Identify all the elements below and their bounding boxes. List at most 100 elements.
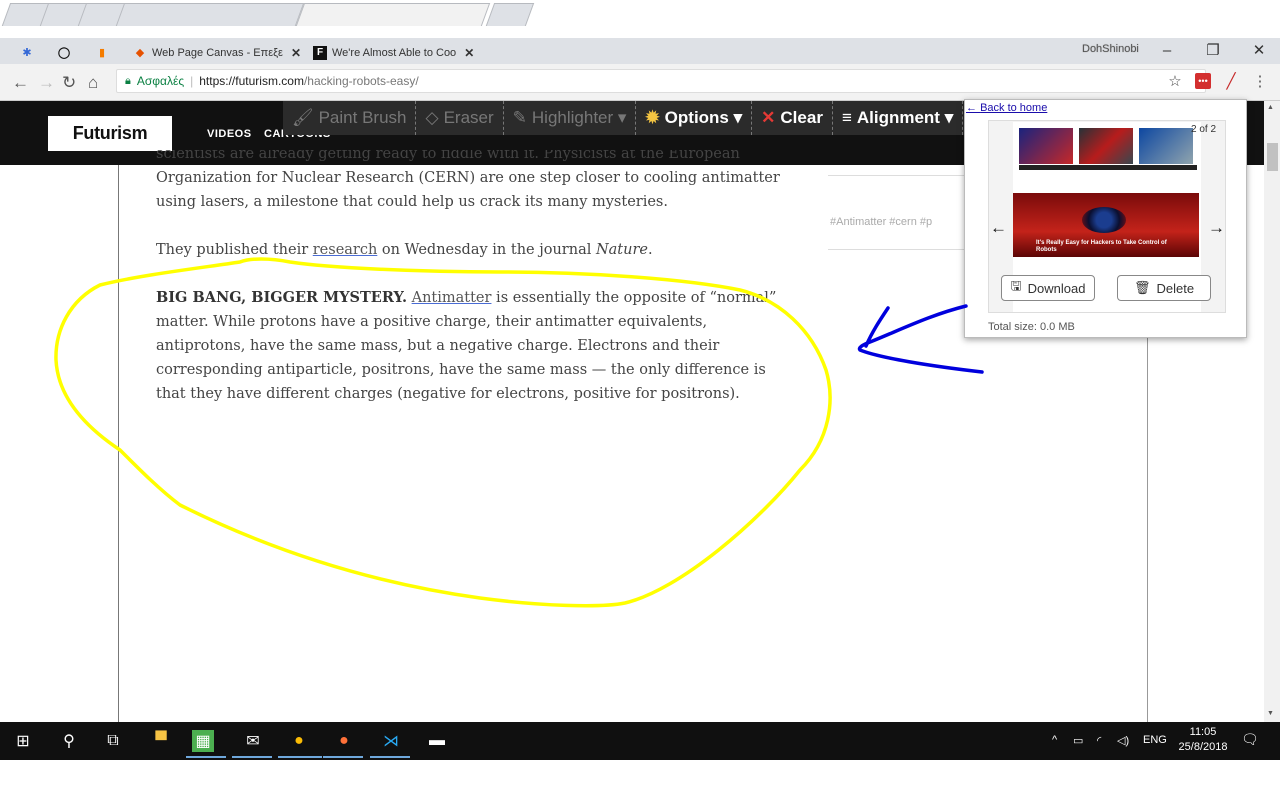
thumbnail-header-bar — [1019, 165, 1197, 170]
clock-date: 25/8/2018 — [1178, 741, 1228, 753]
gear-icon: ✹ — [645, 108, 660, 127]
tool-label: Alignment ▾ — [856, 108, 954, 127]
tablet-app-icon[interactable]: ▬ — [424, 728, 450, 754]
highlighter-tool[interactable]: ✎ Highlighter ▾ — [504, 101, 637, 135]
thumbnail-cards — [1019, 128, 1193, 164]
restore-icon[interactable]: ❐ — [1190, 38, 1236, 62]
tab-label: We're Almost Able to Coo — [332, 46, 457, 59]
total-size: Total size: 0.0 MB — [988, 321, 1075, 333]
partial-line: scientists are already getting ready to … — [156, 150, 796, 166]
button-label: Delete — [1156, 280, 1195, 296]
article-text: on Wednesday in the journal — [377, 242, 596, 258]
eraser-icon: ◇ — [425, 108, 439, 127]
drawing-toolbar: 🖌︎ Paint Brush ◇ Eraser ✎ Highlighter ▾ ✹ Op… — [283, 101, 987, 135]
research-link[interactable]: research — [313, 242, 378, 258]
button-label: Download — [1027, 280, 1086, 296]
antimatter-link[interactable]: Antimatter — [412, 290, 492, 306]
close-icon[interactable]: ✕ — [464, 46, 474, 60]
mail-icon[interactable]: ✉ — [240, 728, 266, 754]
reload-icon[interactable]: ↻ — [62, 73, 76, 93]
alignment-icon: ≡ — [841, 108, 852, 127]
paragraph-big-bang: BIG BANG, BIGGER MYSTERY. Antimatter is … — [156, 286, 796, 406]
chrome-menu-icon[interactable]: ⋮ — [1250, 71, 1270, 91]
tab-web-page-canvas[interactable] — [115, 3, 305, 26]
thumbnail-card-image — [1019, 128, 1073, 164]
blue-arrow-head — [864, 306, 890, 348]
profile-name[interactable]: DohShinobi — [1082, 43, 1139, 55]
address-bar[interactable]: 🔒︎ Ασφαλές | https://futurism.com/hackin… — [116, 69, 1206, 93]
tab-futurism-article[interactable] — [295, 3, 491, 26]
thumbnail-card-image — [1139, 128, 1193, 164]
options-menu[interactable]: ✹ Options ▾ — [636, 101, 753, 135]
volume-icon[interactable]: ◁) — [1117, 734, 1129, 747]
close-icon[interactable]: ✕ — [291, 46, 301, 60]
scrollbar-thumb[interactable] — [1267, 143, 1278, 171]
close-window-icon[interactable]: ✕ — [1236, 38, 1280, 62]
next-arrow-icon[interactable]: → — [1208, 218, 1225, 238]
clear-button[interactable]: ✕ Clear — [752, 101, 833, 135]
vscode-icon[interactable]: ⋊ — [378, 728, 404, 754]
tag-list[interactable]: #Antimatter #cern #p — [830, 216, 932, 228]
brush-icon: 🖌︎ — [292, 108, 314, 127]
eye-image — [1082, 207, 1126, 233]
tool-label: Eraser — [443, 108, 494, 127]
previous-arrow-icon[interactable]: ← — [990, 218, 1007, 238]
paragraph-published: They published their research on Wednesd… — [156, 238, 796, 262]
tool-label: Options ▾ — [664, 108, 743, 127]
windows-start-icon[interactable]: ⊞ — [10, 728, 36, 754]
back-arrow-icon: ← — [966, 102, 977, 114]
link-label: Back to home — [980, 102, 1048, 114]
battery-icon[interactable]: ▭ — [1073, 734, 1083, 747]
download-button[interactable]: 🖫 Download — [1001, 275, 1095, 301]
forward-arrow-icon[interactable]: → — [38, 73, 55, 93]
wifi-icon[interactable]: ◜ — [1097, 734, 1101, 747]
task-view-icon[interactable]: ⧉ — [100, 728, 126, 754]
search-icon[interactable]: ⚲ — [56, 728, 82, 754]
language-indicator[interactable]: ENG — [1143, 734, 1167, 746]
delete-button[interactable]: 🗑︎ Delete — [1117, 275, 1211, 301]
site-logo[interactable]: Futurism — [48, 116, 172, 151]
article-text: is essentially the opposite of “normal” … — [156, 290, 777, 402]
divider — [828, 249, 968, 250]
bookmark-star-icon[interactable]: ☆ — [1165, 71, 1185, 91]
github-icon: ◯ — [57, 47, 71, 59]
tool-label: Paint Brush — [318, 108, 407, 127]
web-page-canvas-brush-icon[interactable]: ╱ — [1221, 71, 1241, 91]
scroll-down-icon[interactable]: ▼ — [1267, 710, 1274, 717]
home-icon[interactable]: ⌂ — [88, 73, 98, 93]
puzzle-icon: ✱ — [22, 47, 32, 59]
save-disk-icon: 🖫 — [1010, 278, 1022, 293]
clear-x-icon: ✕ — [761, 108, 776, 127]
divider — [828, 175, 968, 176]
app-running-indicator — [323, 756, 363, 758]
url-path: /hacking-robots-easy/ — [303, 74, 419, 88]
highlighter-icon: ✎ — [512, 108, 527, 127]
analytics-icon: ▮ — [98, 47, 106, 59]
scroll-up-icon[interactable]: ▲ — [1267, 104, 1274, 111]
back-arrow-icon[interactable]: ← — [12, 73, 29, 93]
back-to-home-link[interactable]: ← Back to home — [966, 102, 1047, 114]
paragraph-cern: Organization for Nuclear Research (CERN)… — [156, 170, 780, 210]
page-scrollbar[interactable] — [1264, 101, 1280, 722]
alignment-menu[interactable]: ≡ Alignment ▾ — [833, 101, 964, 135]
show-hidden-icons-icon[interactable]: ^ — [1052, 734, 1057, 746]
system-clock[interactable]: 11:05 25/8/2018 — [1178, 725, 1228, 755]
thumbnail-headline: It's Really Easy for Hackers to Take Con… — [1036, 240, 1167, 253]
firefox-icon[interactable]: ● — [331, 728, 357, 754]
article-body: scientists are already getting ready to … — [156, 150, 796, 430]
file-explorer-icon[interactable]: ▀ — [148, 728, 174, 754]
article-text: They published their — [156, 242, 313, 258]
article-text: scientists are already getting ready to … — [156, 150, 740, 162]
eraser-tool[interactable]: ◇ Eraser — [416, 101, 504, 135]
excel-icon[interactable]: ▦ — [192, 730, 214, 752]
nav-videos[interactable]: VIDEOS — [207, 128, 252, 140]
notifications-icon[interactable]: 🗨︎ — [1241, 731, 1259, 748]
minimize-icon[interactable]: – — [1144, 38, 1190, 62]
new-tab-button[interactable] — [485, 3, 535, 26]
paint-icon: ◆ — [135, 47, 145, 59]
paint-brush-tool[interactable]: 🖌︎ Paint Brush — [283, 101, 417, 135]
app-running-indicator — [370, 756, 410, 758]
secure-label: Ασφαλές — [136, 74, 185, 88]
extension-icon[interactable]: ••• — [1195, 73, 1211, 89]
chrome-icon[interactable]: ● — [286, 728, 312, 754]
